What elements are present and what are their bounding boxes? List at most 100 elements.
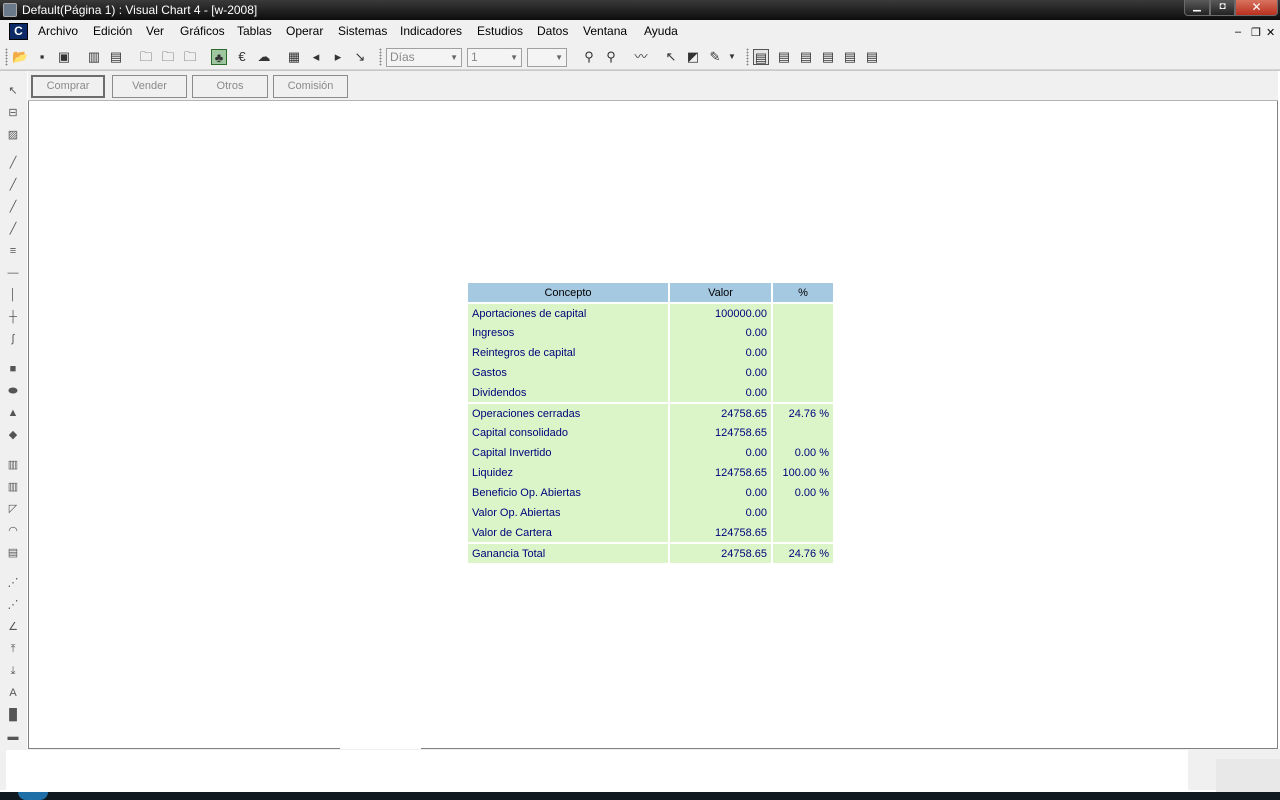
parallel-lines-icon[interactable]: ≡ xyxy=(5,243,21,259)
extended-line-icon[interactable]: ╱ xyxy=(5,199,21,215)
arrow-up-icon[interactable]: ⤒ xyxy=(5,641,21,657)
scroll-right-icon[interactable]: ▸ xyxy=(330,49,346,65)
menu-indicadores[interactable]: Indicadores xyxy=(400,24,462,38)
window-layout-6-icon[interactable]: ▤ xyxy=(864,49,880,65)
save-all-icon[interactable]: ▣ xyxy=(56,49,72,65)
bar-chart-icon[interactable]: ▥ xyxy=(86,49,102,65)
cursor-line-icon[interactable]: ↘ xyxy=(352,49,368,65)
window-layout-3-icon[interactable]: ▤ xyxy=(798,49,814,65)
chevron-down-icon[interactable]: ▼ xyxy=(727,49,737,65)
trend-line-icon[interactable]: ╱ xyxy=(5,155,21,171)
fill-icon[interactable]: ◩ xyxy=(685,49,701,65)
line-color-icon[interactable]: ▬ xyxy=(5,729,21,745)
menu-archivo[interactable]: Archivo xyxy=(38,24,78,38)
properties-icon[interactable]: ▦ xyxy=(286,49,302,65)
zoom-in-icon[interactable]: ⚲ xyxy=(603,49,619,65)
folder-star-icon[interactable]: 🗀 xyxy=(160,49,176,65)
chart-disabled-icon[interactable]: ▤ xyxy=(108,49,124,65)
percent-cell: 24.76 % xyxy=(772,543,833,563)
menu-ventana[interactable]: Ventana xyxy=(583,24,627,38)
menu-tablas[interactable]: Tablas xyxy=(237,24,272,38)
mdi-minimize-button[interactable]: – xyxy=(1235,26,1241,38)
maximize-button[interactable]: ◘ xyxy=(1210,0,1235,16)
vender-button[interactable]: Vender xyxy=(112,75,187,98)
cloud-icon[interactable]: ☁ xyxy=(256,49,272,65)
multiplier-combo[interactable]: 1 ▼ xyxy=(467,48,522,67)
diamond-icon[interactable]: ◆ xyxy=(5,427,21,443)
ellipse-icon[interactable]: ⬬ xyxy=(5,383,21,399)
rectangle-icon[interactable]: ■ xyxy=(5,361,21,377)
menu-bar: C Archivo Edición Ver Gráficos Tablas Op… xyxy=(0,20,1280,44)
window-layout-5-icon[interactable]: ▤ xyxy=(842,49,858,65)
curve-icon[interactable]: ∫ xyxy=(5,331,21,347)
concepto-cell: Ganancia Total xyxy=(468,543,670,563)
channel-line-icon[interactable]: ╱ xyxy=(5,221,21,237)
mdi-restore-button[interactable]: ❐ xyxy=(1251,26,1261,39)
angle-icon[interactable]: ∠ xyxy=(5,619,21,635)
document-icon[interactable]: C xyxy=(9,23,28,40)
comprar-button[interactable]: Comprar xyxy=(31,75,105,98)
menu-operar[interactable]: Operar xyxy=(286,24,323,38)
horizontal-line-icon[interactable]: — xyxy=(5,265,21,281)
menu-ver[interactable]: Ver xyxy=(146,24,164,38)
percent-cell xyxy=(772,423,833,443)
valor-cell: 124758.65 xyxy=(669,523,773,544)
text-tool-icon[interactable]: A xyxy=(5,685,21,701)
zoom-out-icon[interactable]: ⚲ xyxy=(581,49,597,65)
save-icon[interactable]: ▪ xyxy=(34,49,50,65)
arrow-down-icon[interactable]: ⤓ xyxy=(5,663,21,679)
folder-arrow-icon[interactable]: 🗀 xyxy=(182,49,198,65)
table-row: Beneficio Op. Abiertas 0.00 0.00 % xyxy=(468,483,833,503)
open-folder-icon[interactable]: 📂 xyxy=(12,49,28,65)
close-button[interactable]: ✕ xyxy=(1235,0,1278,16)
taskbar xyxy=(0,792,1280,800)
triangle-icon[interactable]: ▲ xyxy=(5,405,21,421)
line-chart-icon[interactable]: 〰 xyxy=(633,49,649,65)
third-combo[interactable]: ▼ xyxy=(527,48,567,67)
window-layout-4-icon[interactable]: ▤ xyxy=(820,49,836,65)
fibonacci-zones-icon[interactable]: ▥ xyxy=(5,479,21,495)
period-combo[interactable]: Días ▼ xyxy=(386,48,462,67)
network-icon[interactable]: ♣ xyxy=(211,49,227,65)
window-layout-1-icon[interactable]: ▤ xyxy=(753,49,769,65)
table-row: Operaciones cerradas 24758.65 24.76 % xyxy=(468,403,833,423)
fibonacci-time-icon[interactable]: ▥ xyxy=(5,457,21,473)
folder-chart-icon[interactable]: 🗀 xyxy=(138,49,154,65)
menu-graficos[interactable]: Gráficos xyxy=(180,24,225,38)
rectangle-select-icon[interactable]: ▨ xyxy=(5,127,21,143)
euro-icon[interactable]: € xyxy=(234,49,250,65)
toolbar-grip-3[interactable] xyxy=(746,48,749,66)
menu-sistemas[interactable]: Sistemas xyxy=(338,24,387,38)
menu-datos[interactable]: Datos xyxy=(537,24,568,38)
toolbar-grip[interactable] xyxy=(5,48,8,66)
scroll-left-icon[interactable]: ◂ xyxy=(308,49,324,65)
start-orb-icon[interactable] xyxy=(18,792,48,800)
app-icon[interactable] xyxy=(3,3,17,17)
minimize-button[interactable]: ▁ xyxy=(1184,0,1210,16)
menu-ayuda[interactable]: Ayuda xyxy=(644,24,678,38)
toolbar-grip-2[interactable] xyxy=(379,48,382,66)
menu-estudios[interactable]: Estudios xyxy=(477,24,523,38)
select-arrow-icon[interactable]: ↖ xyxy=(5,83,21,99)
concepto-cell: Reintegros de capital xyxy=(468,343,670,363)
otros-button[interactable]: Otros xyxy=(192,75,268,98)
fill-color-icon[interactable]: █ xyxy=(5,707,21,723)
window-layout-2-icon[interactable]: ▤ xyxy=(776,49,792,65)
menu-edicion[interactable]: Edición xyxy=(93,24,132,38)
gann-line-icon[interactable]: ⋰ xyxy=(5,575,21,591)
column-header-valor: Valor xyxy=(669,283,773,304)
comision-button[interactable]: Comisión xyxy=(273,75,348,98)
mdi-close-button[interactable]: ✕ xyxy=(1266,26,1275,39)
fibonacci-arcs-icon[interactable]: ◠ xyxy=(5,523,21,539)
crosshair-icon[interactable]: ┼ xyxy=(5,309,21,325)
vertical-line-icon[interactable]: │ xyxy=(5,287,21,303)
fibonacci-retracement-icon[interactable]: ▤ xyxy=(5,545,21,561)
zoom-area-icon[interactable]: ⊟ xyxy=(5,105,21,121)
pointer-icon[interactable]: ↖ xyxy=(663,49,679,65)
percent-cell: 100.00 % xyxy=(772,463,833,483)
fibonacci-fan-icon[interactable]: ◸ xyxy=(5,501,21,517)
ray-line-icon[interactable]: ╱ xyxy=(5,177,21,193)
pen-icon[interactable]: ✎ xyxy=(707,49,723,65)
gann-fan-icon[interactable]: ⋰ xyxy=(5,597,21,613)
chevron-down-icon: ▼ xyxy=(450,53,458,62)
